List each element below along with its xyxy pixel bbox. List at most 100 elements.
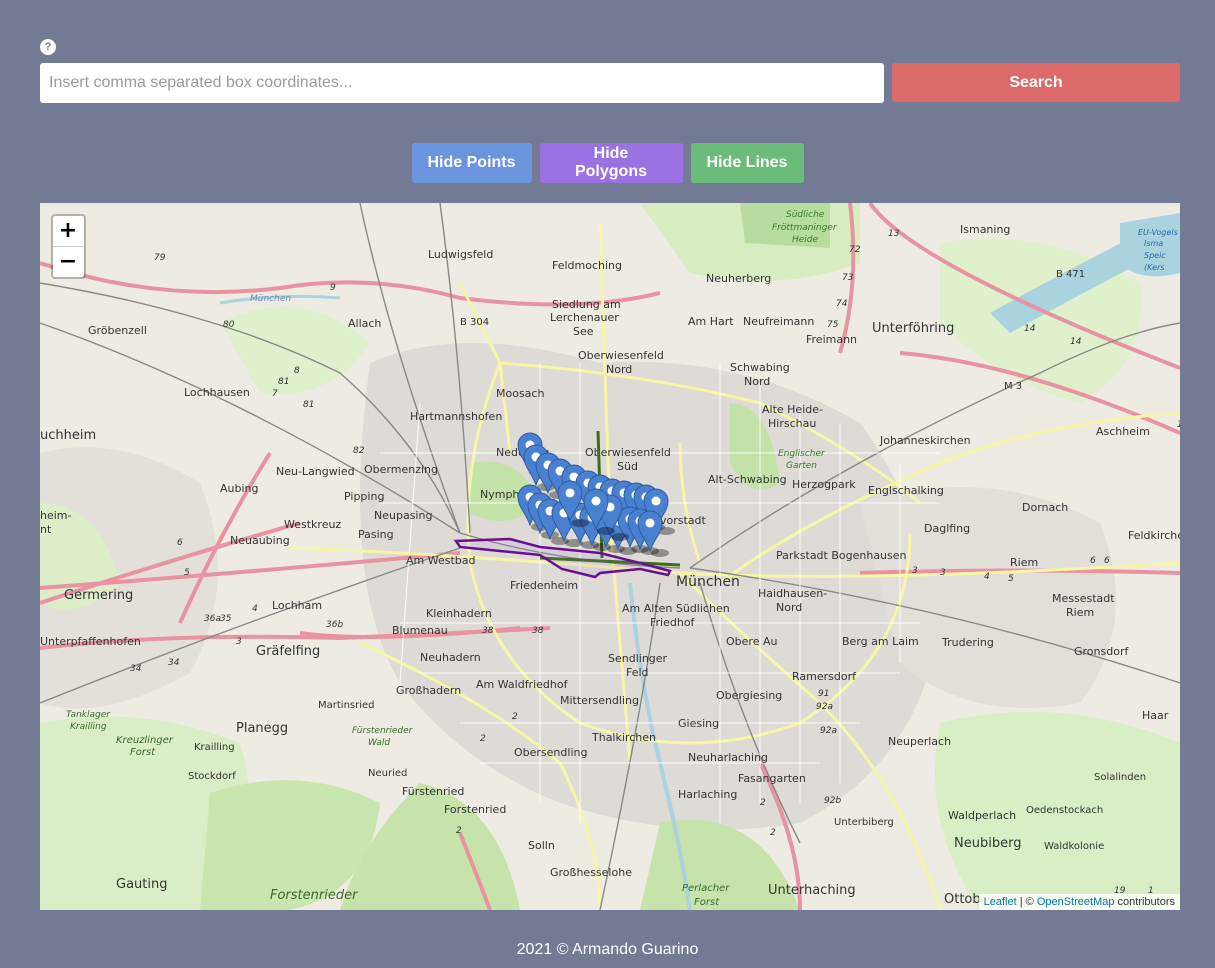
road-number-label: 72 bbox=[849, 245, 861, 255]
map-label: Gräfelfing bbox=[256, 644, 320, 659]
map-label: Messestadt bbox=[1052, 592, 1115, 605]
map-label: Ismaning bbox=[960, 223, 1010, 236]
map-label: B 304 bbox=[460, 317, 489, 328]
map-label: Freimann bbox=[806, 333, 857, 346]
map-label: Obergiesing bbox=[716, 689, 782, 702]
map-label: Krailling bbox=[194, 742, 235, 753]
map-label: Parkstadt Bogenhausen bbox=[776, 549, 907, 562]
map-label: Solln bbox=[528, 839, 555, 852]
osm-link[interactable]: OpenStreetMap bbox=[1037, 896, 1115, 908]
hide-points-button[interactable]: Hide Points bbox=[411, 143, 532, 183]
road-number-label: 92b bbox=[824, 796, 841, 806]
map-label: Wald bbox=[368, 738, 390, 748]
layer-toggle-bar: Hide Points Hide Polygons Hide Lines bbox=[0, 143, 1215, 183]
road-number-label: 34 bbox=[130, 664, 142, 674]
road-number-label: 5 bbox=[184, 568, 190, 578]
map-label: Lochhausen bbox=[184, 386, 250, 399]
marker-shadow bbox=[651, 549, 669, 557]
map-label: München bbox=[676, 574, 740, 590]
map-label: Englschalking bbox=[868, 484, 944, 497]
map-label: Allach bbox=[348, 317, 381, 330]
road-number-label: 4 bbox=[252, 604, 258, 614]
map-label: Kreuzlinger bbox=[116, 735, 174, 746]
road-number-label: 81 bbox=[278, 377, 289, 387]
map-label: Neubiberg bbox=[954, 836, 1021, 851]
map-label: Neuperlach bbox=[888, 735, 951, 748]
map-label: Haidhausen- bbox=[758, 587, 827, 600]
road-number-label: 8 bbox=[294, 366, 300, 376]
map-label: Martinsried bbox=[318, 700, 375, 711]
map-label: Planegg bbox=[236, 721, 288, 736]
map-label: Alte Heide- bbox=[762, 403, 823, 416]
map-label: Fröttmaninger bbox=[772, 223, 838, 233]
road-number-label: 15 bbox=[1177, 420, 1180, 430]
leaflet-link[interactable]: Leaflet bbox=[984, 896, 1017, 908]
map-label: Englischer bbox=[778, 449, 826, 459]
map-label: Friedenheim bbox=[510, 579, 578, 592]
hide-polygons-button[interactable]: Hide Polygons bbox=[539, 143, 683, 183]
road-number-label: 6 bbox=[1104, 556, 1110, 566]
road-number-label: 73 bbox=[842, 273, 854, 283]
attribution-suffix: contributors bbox=[1114, 896, 1175, 908]
marker-shadow bbox=[611, 533, 629, 541]
map-label: Daglfing bbox=[924, 522, 970, 535]
map-label: Gauting bbox=[116, 877, 167, 892]
search-input[interactable] bbox=[40, 63, 884, 103]
hide-lines-button[interactable]: Hide Lines bbox=[690, 143, 804, 183]
map-label: Unterbiberg bbox=[834, 817, 894, 828]
road-number-label: 2 bbox=[760, 798, 766, 808]
zoom-in-button[interactable]: + bbox=[53, 216, 83, 247]
map-label: uchheim bbox=[40, 428, 96, 443]
road-number-label: 35 bbox=[220, 614, 232, 624]
map-label: Ramersdorf bbox=[792, 670, 857, 683]
map-label: Feldkirche bbox=[1128, 529, 1180, 542]
map-label: Aschheim bbox=[1096, 425, 1150, 438]
map-label: M 3 bbox=[1004, 381, 1022, 392]
map-label: Moosach bbox=[496, 387, 544, 400]
map-label: Herzogpark bbox=[792, 478, 856, 491]
map-label: Friedhof bbox=[650, 616, 696, 629]
map-label: Westkreuz bbox=[284, 518, 341, 531]
road-number-label: 38 bbox=[532, 626, 544, 636]
road-number-label: 75 bbox=[827, 320, 839, 330]
map-label: Neu-Langwied bbox=[276, 465, 355, 478]
map-label: Kleinhadern bbox=[426, 607, 492, 620]
map-tiles: Ismaning Südliche Fröttmaninger Heide Fe… bbox=[40, 203, 1180, 910]
attribution-separator: | © bbox=[1016, 896, 1037, 908]
map-label: Stockdorf bbox=[188, 771, 236, 782]
marker-dot bbox=[645, 518, 655, 528]
map-label: Thalkirchen bbox=[591, 731, 656, 744]
map-label: Fürstenried bbox=[402, 785, 464, 798]
map-label: Schwabing bbox=[730, 361, 790, 374]
road-number-label: 3 bbox=[236, 637, 242, 647]
road-number-label: 92a bbox=[816, 702, 833, 712]
map-view[interactable]: Ismaning Südliche Fröttmaninger Heide Fe… bbox=[40, 203, 1180, 910]
map-label: Nord bbox=[744, 375, 770, 388]
help-icon[interactable]: ? bbox=[40, 39, 56, 55]
search-button[interactable]: Search bbox=[892, 63, 1180, 102]
map-label: Neuharlaching bbox=[688, 751, 768, 764]
map-label: Johanneskirchen bbox=[879, 434, 971, 447]
zoom-out-button[interactable]: − bbox=[53, 247, 83, 277]
map-label: Großhesselohe bbox=[550, 866, 632, 879]
map-label: Ottob bbox=[944, 892, 981, 907]
map-label: Unterhaching bbox=[768, 883, 856, 898]
map-label: Riem bbox=[1066, 606, 1094, 619]
map-label: Lerchenauer bbox=[550, 311, 619, 324]
map-label: EU-Vogels bbox=[1138, 228, 1178, 237]
map-label: Waldperlach bbox=[948, 809, 1016, 822]
map-label: Siedlung am bbox=[552, 298, 621, 311]
map-label: Garten bbox=[786, 461, 817, 471]
road-number-label: 79 bbox=[154, 253, 166, 263]
road-number-label: 82 bbox=[353, 446, 365, 456]
road-number-label: 6 bbox=[177, 538, 183, 548]
marker-dot bbox=[591, 496, 601, 506]
map-label: Obere Au bbox=[726, 635, 777, 648]
road-number-label: 3 bbox=[940, 568, 946, 578]
map-label: Forst bbox=[130, 747, 156, 758]
map-label: Dornach bbox=[1022, 501, 1068, 514]
map-label: Ludwigsfeld bbox=[428, 248, 493, 261]
map-label: B 471 bbox=[1056, 269, 1085, 280]
map-label: Fasangarten bbox=[738, 772, 806, 785]
road-number-label: 80 bbox=[223, 320, 235, 330]
